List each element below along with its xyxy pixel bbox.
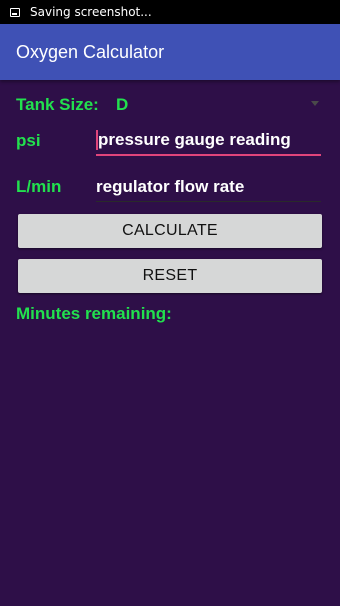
lmin-placeholder: regulator flow rate	[96, 176, 245, 196]
tank-size-label: Tank Size:	[16, 95, 99, 114]
reset-button[interactable]: RESET	[18, 259, 322, 293]
app-bar: Oxygen Calculator	[0, 24, 340, 80]
status-text: Saving screenshot...	[30, 5, 152, 19]
psi-label: psi	[16, 131, 41, 150]
minutes-remaining-label: Minutes remaining:	[16, 304, 172, 323]
lmin-label: L/min	[16, 177, 62, 196]
psi-input[interactable]: pressure gauge reading	[96, 126, 321, 156]
status-bar: Saving screenshot...	[0, 0, 340, 24]
lmin-input[interactable]: regulator flow rate	[96, 172, 321, 202]
screenshot-icon	[10, 7, 20, 17]
app-title: Oxygen Calculator	[16, 41, 165, 62]
tank-size-spinner[interactable]: D	[116, 95, 128, 115]
dropdown-arrow-icon[interactable]	[311, 101, 319, 106]
psi-placeholder: pressure gauge reading	[98, 130, 291, 149]
calculate-button[interactable]: CALCULATE	[18, 214, 322, 248]
